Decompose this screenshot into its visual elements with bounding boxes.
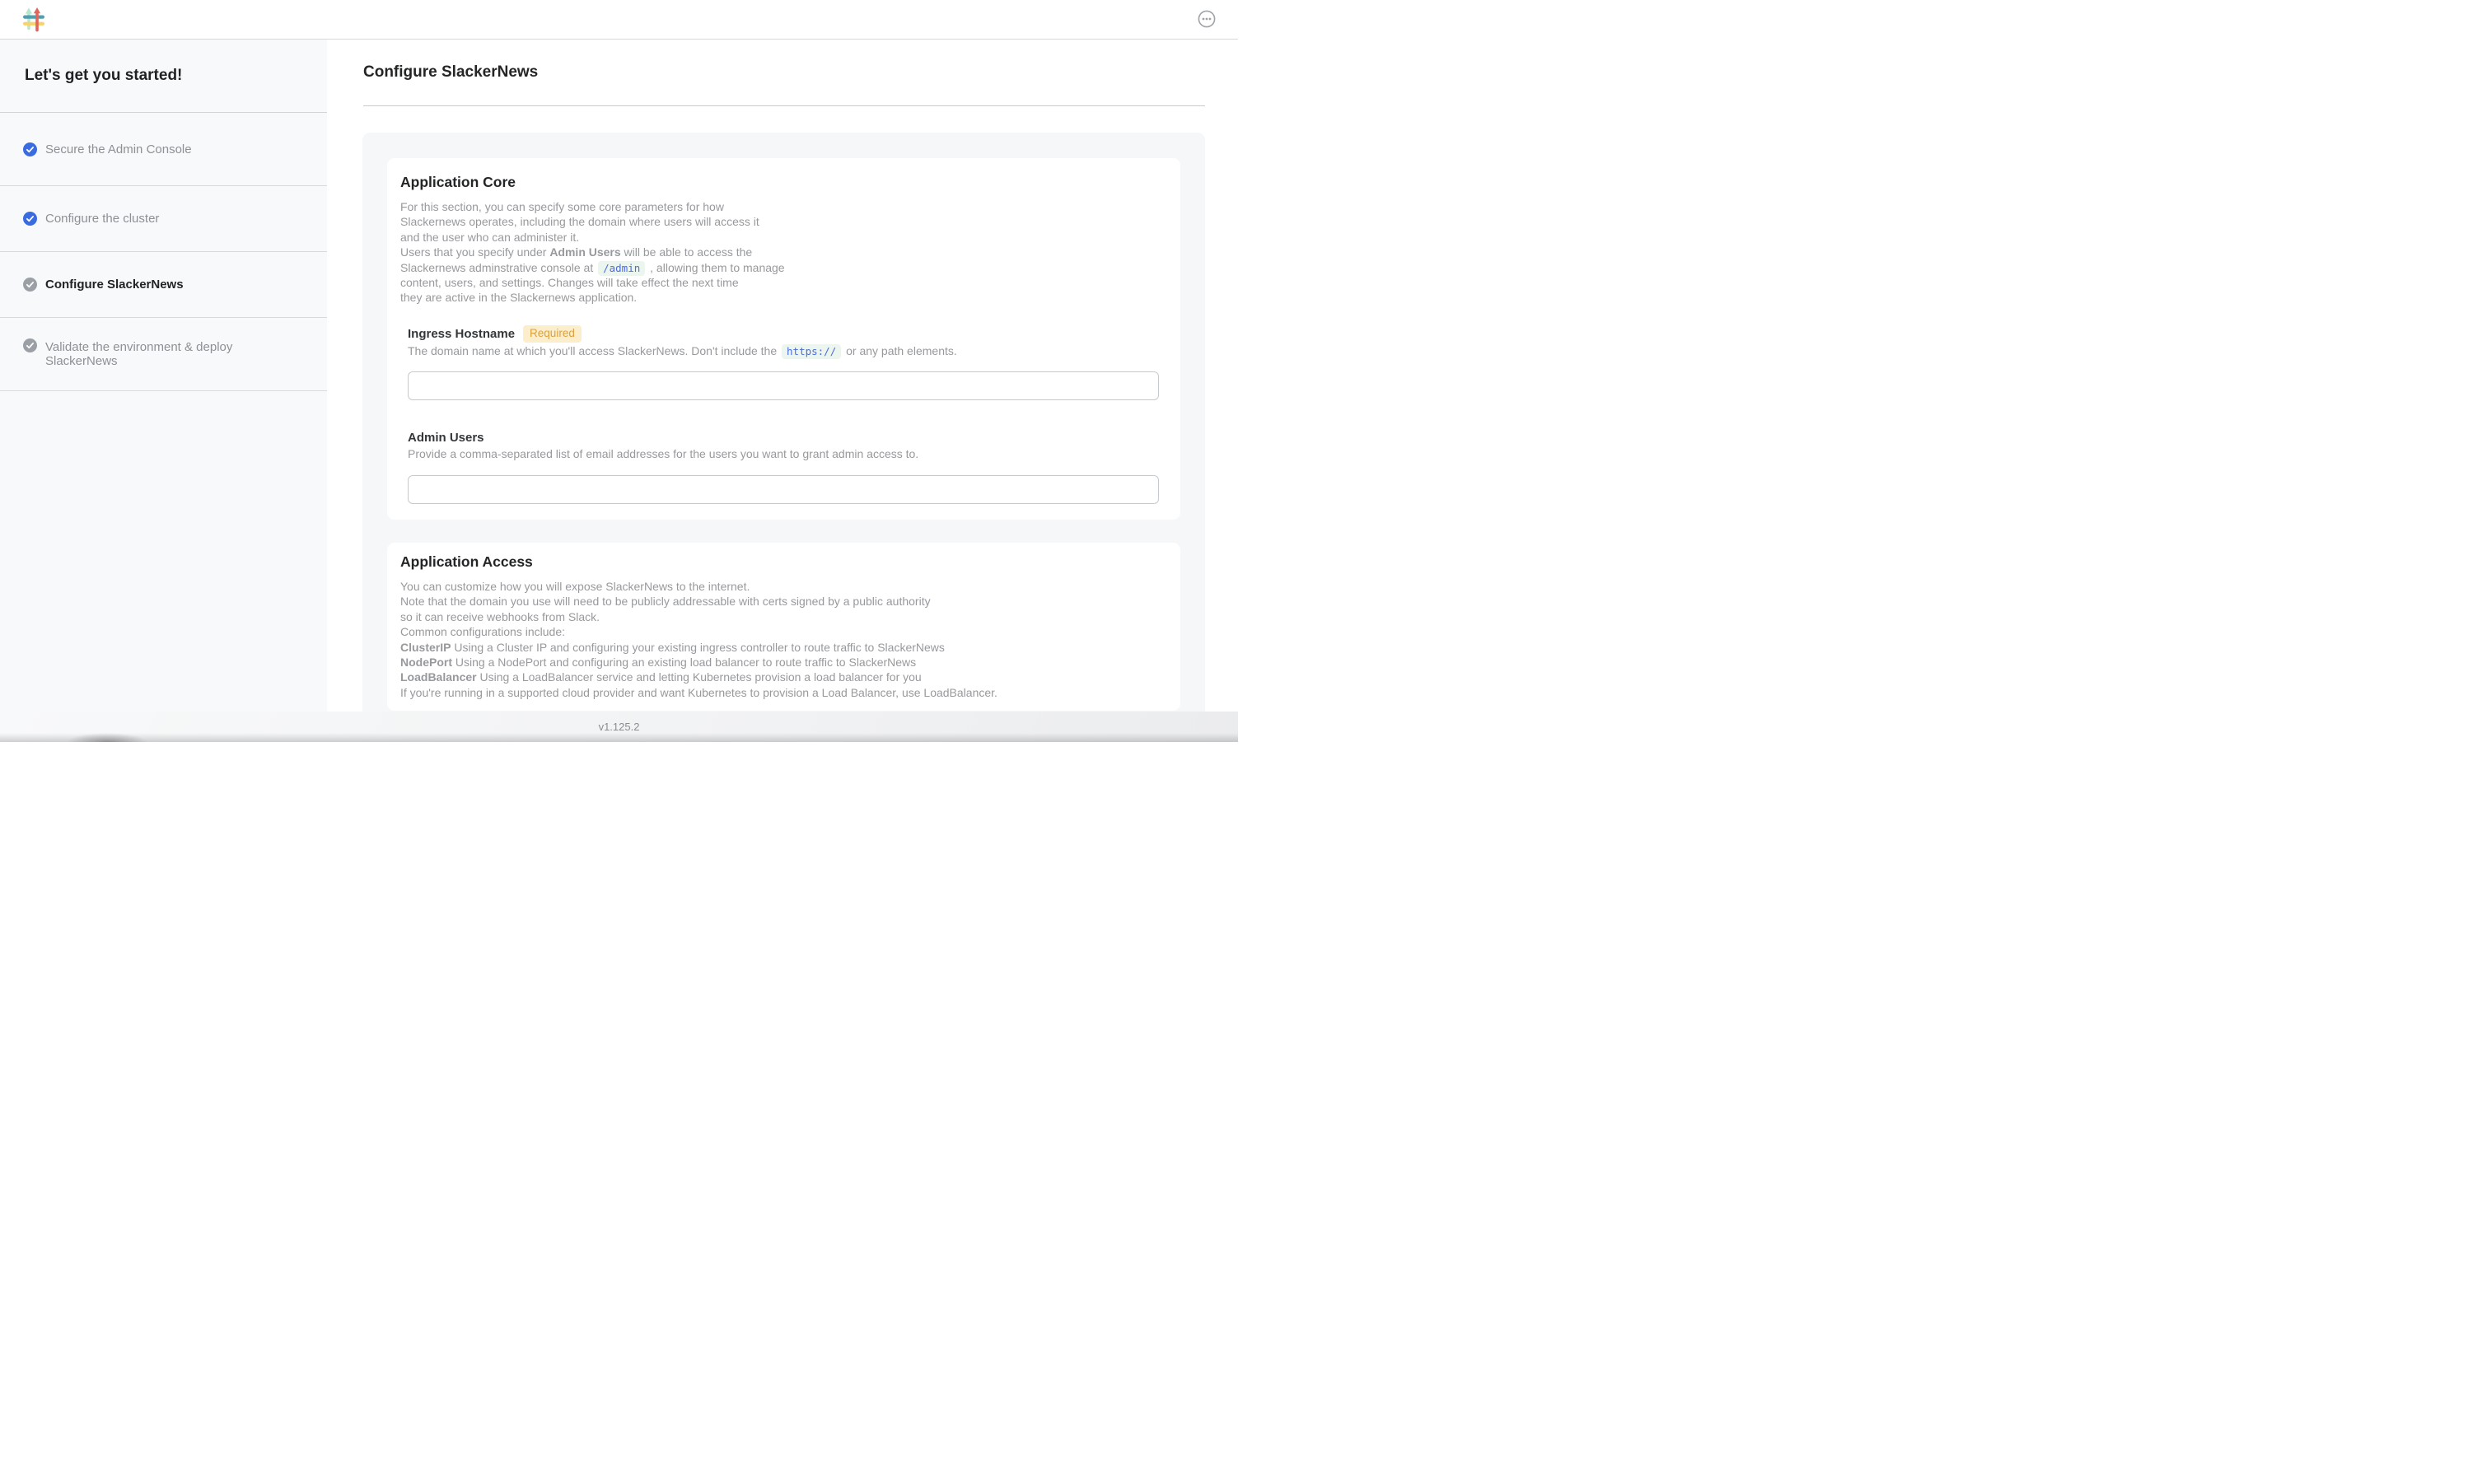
check-circle-icon [23, 142, 37, 156]
card-description: For this section, you can specify some c… [400, 199, 1167, 306]
ingress-hostname-field-group: Ingress Hostname Required The domain nam… [408, 325, 1167, 400]
sidebar-step-secure-admin-console[interactable]: Secure the Admin Console [0, 113, 327, 186]
sidebar-step-validate-deploy[interactable]: Validate the environment & deploy Slacke… [0, 318, 327, 391]
check-circle-icon [23, 338, 37, 352]
overflow-menu-button[interactable] [1198, 10, 1216, 28]
title-divider [363, 105, 1205, 106]
sidebar-heading: Let's get you started! [0, 40, 327, 113]
card-description: You can customize how you will expose Sl… [400, 579, 1167, 700]
step-label: Configure SlackerNews [45, 278, 184, 292]
field-label: Admin Users [408, 430, 484, 446]
check-circle-icon [23, 212, 37, 226]
card-title: Application Access [400, 553, 1167, 571]
step-label: Secure the Admin Console [45, 142, 192, 156]
card-title: Application Core [400, 173, 1167, 191]
field-help-text: Provide a comma-separated list of email … [408, 446, 1167, 461]
sidebar-step-configure-slackernews[interactable]: Configure SlackerNews [0, 252, 327, 318]
application-access-card: Application Access You can customize how… [387, 543, 1180, 711]
step-label: Validate the environment & deploy Slacke… [45, 340, 306, 368]
slackernews-logo-icon [23, 7, 44, 32]
setup-steps-sidebar: Let's get you started! Secure the Admin … [0, 40, 327, 712]
field-label: Ingress Hostname [408, 326, 515, 342]
page-title: Configure SlackerNews [363, 63, 538, 82]
sidebar-step-configure-cluster[interactable]: Configure the cluster [0, 186, 327, 252]
top-bar [0, 0, 1238, 40]
ellipsis-icon [1198, 10, 1216, 28]
footer-bar: v1.125.2 [0, 712, 1238, 742]
application-core-card: Application Core For this section, you c… [387, 158, 1180, 520]
step-label: Configure the cluster [45, 212, 159, 226]
required-badge: Required [523, 325, 582, 343]
admin-users-field-group: Admin Users Provide a comma-separated li… [408, 430, 1167, 503]
app-window: Let's get you started! Secure the Admin … [0, 0, 1238, 742]
ingress-hostname-input[interactable] [408, 371, 1159, 400]
field-help-text: The domain name at which you'll access S… [408, 343, 1167, 358]
check-circle-icon [23, 278, 37, 292]
config-groups-container: Application Core For this section, you c… [362, 133, 1205, 712]
admin-users-input[interactable] [408, 475, 1159, 504]
app-version: v1.125.2 [599, 721, 640, 733]
